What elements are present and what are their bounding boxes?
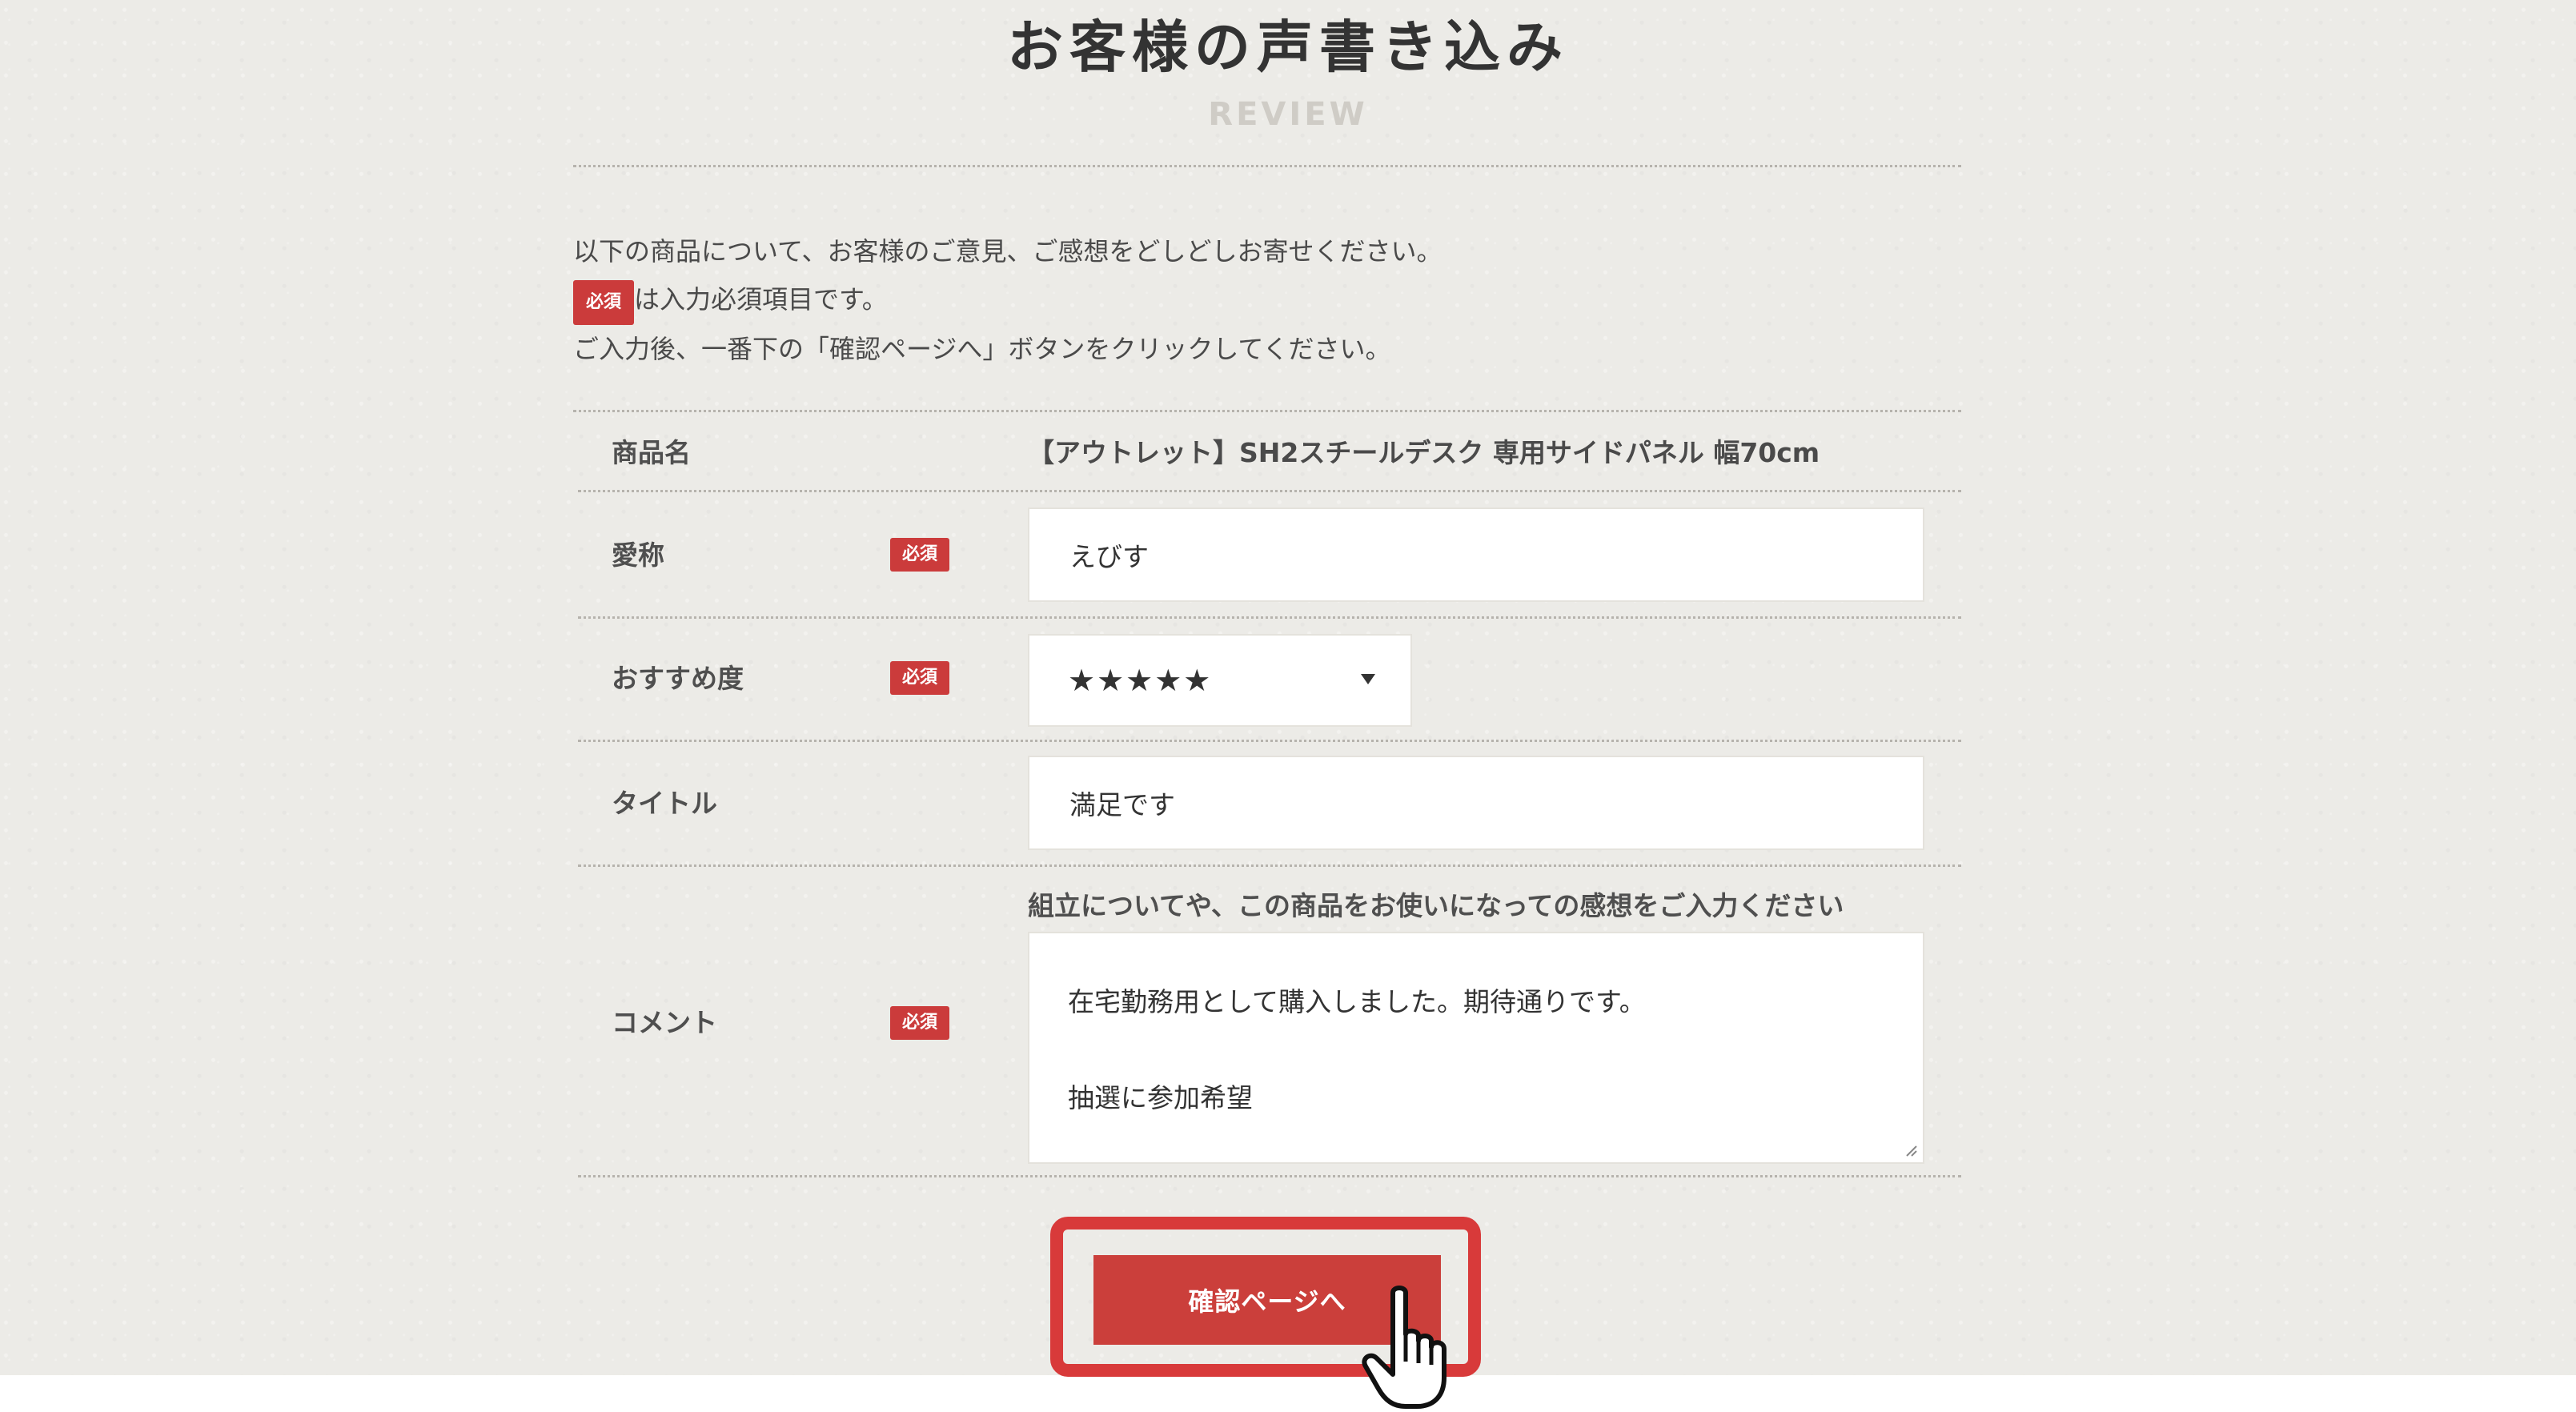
nickname-label: 愛称: [612, 540, 664, 571]
review-title-input-value: 満足です: [1069, 789, 1175, 820]
comment-textarea[interactable]: 在宅勤務用として購入しました。期待通りです。 抽選に参加希望: [1028, 932, 1924, 1164]
product-name-value: 【アウトレット】SH2スチールデスク 専用サイドパネル 幅70cm: [1028, 437, 1820, 468]
comment-label: コメント: [612, 1007, 717, 1038]
product-name-label: 商品名: [612, 437, 691, 468]
form-bottom-divider: [578, 1175, 1961, 1177]
caret-down-icon: [1361, 674, 1375, 684]
nickname-required-badge: 必須: [890, 538, 949, 572]
comment-required-badge: 必須: [890, 1006, 949, 1040]
form-top-divider: [573, 410, 1961, 412]
review-title-label: タイトル: [612, 788, 717, 819]
hand-pointer-icon: [1362, 1286, 1446, 1409]
review-title-input[interactable]: 満足です: [1028, 756, 1924, 850]
footer-strip: [0, 1375, 2576, 1412]
rating-select[interactable]: ★★★★★: [1028, 634, 1412, 727]
required-badge-legend: 必須: [573, 280, 634, 325]
comment-hint: 組立についてや、この商品をお使いになっての感想をご入力ください: [1028, 890, 1844, 921]
intro-text-3: ご入力後、一番下の「確認ページへ」ボタンをクリックしてください。: [573, 334, 1391, 364]
row-divider: [578, 864, 1961, 867]
nickname-input-value: えびす: [1069, 541, 1149, 572]
page-title: お客様の声書き込み: [1007, 14, 1569, 80]
resize-grip-icon[interactable]: [1902, 1141, 1918, 1157]
rating-label: おすすめ度: [612, 663, 744, 694]
header-divider: [573, 165, 1961, 167]
row-divider: [578, 616, 1961, 619]
comment-text-line: 抽選に参加希望: [1068, 1082, 1253, 1113]
rating-required-badge: 必須: [890, 661, 949, 695]
intro-text-2: は入力必須項目です。: [634, 284, 888, 315]
nickname-input[interactable]: えびす: [1028, 507, 1924, 602]
intro-text-1: 以下の商品について、お客様のご意見、ご感想をどしどしお寄せください。: [573, 236, 1442, 267]
rating-select-value: ★★★★★: [1068, 663, 1213, 698]
page-subtitle: REVIEW: [1208, 96, 1368, 133]
comment-text-line: 在宅勤務用として購入しました。期待通りです。: [1068, 986, 1646, 1017]
row-divider: [578, 740, 1961, 742]
row-divider: [578, 490, 1961, 492]
